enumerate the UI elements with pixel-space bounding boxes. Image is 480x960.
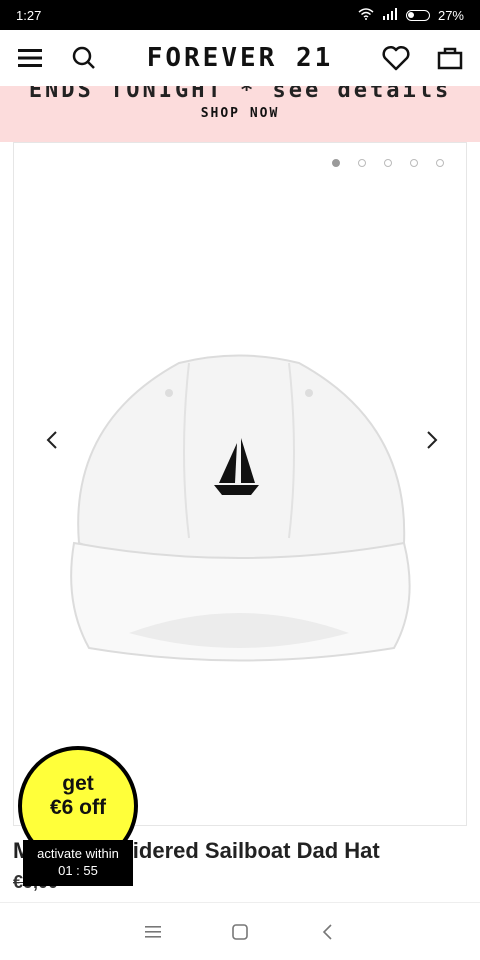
gallery-dot[interactable] [410, 159, 418, 167]
promo-banner[interactable]: ENDS TONIGHT * see details SHOP NOW [0, 86, 480, 142]
countdown-timer: 01 : 55 [58, 862, 98, 878]
product-image [70, 354, 411, 662]
recents-icon[interactable] [137, 916, 169, 948]
activate-timer[interactable]: activate within 01 : 55 [23, 840, 133, 886]
product-gallery[interactable] [13, 142, 467, 826]
gallery-dot[interactable] [384, 159, 392, 167]
shop-now-link[interactable]: SHOP NOW [0, 106, 480, 121]
heart-icon[interactable] [380, 42, 412, 74]
app-header: FOREVER 21 [0, 30, 480, 86]
search-icon[interactable] [68, 42, 100, 74]
status-bar: 1:27 27% [0, 0, 480, 30]
system-nav-bar [0, 902, 480, 960]
wifi-icon [358, 7, 374, 23]
back-icon[interactable] [311, 916, 343, 948]
activate-label: activate within [37, 846, 119, 861]
bag-icon[interactable] [434, 42, 466, 74]
status-icons: 27% [358, 7, 464, 23]
menu-icon[interactable] [14, 42, 46, 74]
battery-percent: 27% [437, 7, 464, 23]
gallery-dot[interactable] [436, 159, 444, 167]
gallery-dot[interactable] [332, 159, 340, 167]
gallery-dot[interactable] [358, 159, 366, 167]
home-icon[interactable] [224, 916, 256, 948]
badge-get-label: get [62, 772, 94, 795]
signal-icon [382, 7, 398, 23]
status-time: 1:27 [16, 7, 42, 23]
promo-headline: ENDS TONIGHT * see details [28, 86, 452, 103]
gallery-pagination [332, 159, 444, 167]
badge-discount-amount: €6 off [49, 796, 106, 820]
chevron-right-icon[interactable] [420, 428, 444, 452]
battery-icon [405, 9, 430, 21]
